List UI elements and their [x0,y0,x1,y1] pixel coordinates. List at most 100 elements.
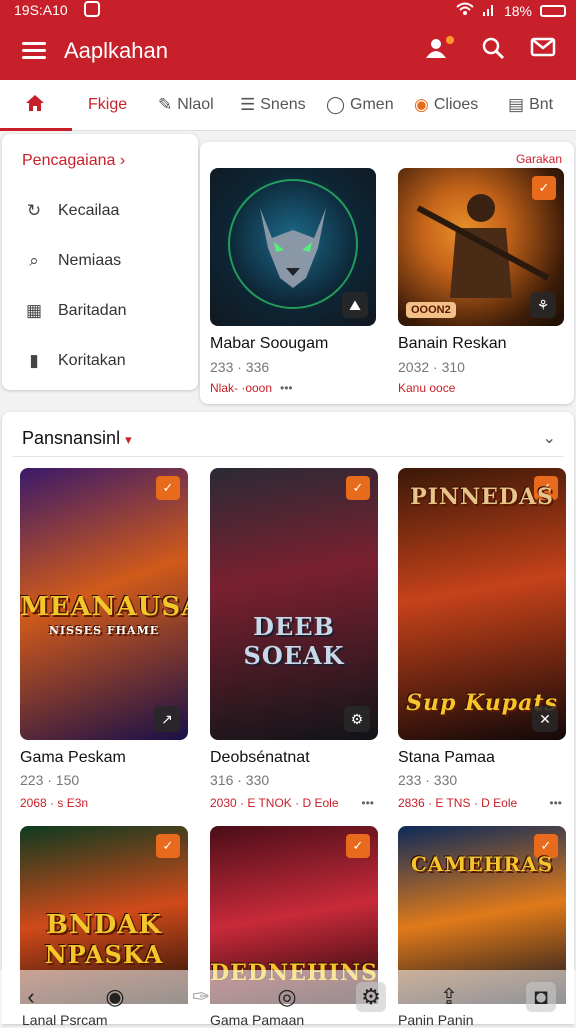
tab-label: Clioes [433,96,479,113]
more-options-icon[interactable]: ••• [549,796,562,810]
more-options-icon[interactable]: ••• [361,796,374,810]
menu-item-label: Baritadan [58,302,127,319]
tab-nlaol[interactable]: ✎ Nlaol [158,80,214,130]
chat-icon: ◯ [326,95,346,114]
tab-label: Snens [260,96,306,113]
game-title: Banain Reskan [398,335,507,352]
game-meta-secondary: Nlak- ·ooon ••• [210,381,376,395]
sliders-icon: ☰ [240,95,256,114]
game-meta-secondary: 2030 · E TNOK · D Eole ••• [210,796,378,810]
favorite-icon[interactable]: ✓ [346,834,370,858]
meta-text: 2836 · E TNS · D Eole [398,796,518,810]
more-options-icon[interactable]: ••• [280,381,293,395]
game-meta: 223 · 150 [20,772,80,788]
game-cover: ✓ PINNEDAS Sup Kupats ✕ [398,468,566,740]
app-title: Aaplkahan [64,38,168,63]
signal-icon [482,2,496,19]
game-card[interactable]: ✓ PINNEDAS Sup Kupats ✕ Stana Pamaa 233 … [398,468,566,810]
favorite-icon[interactable]: ✓ [156,476,180,500]
cover-title: DEEB SOEAK [243,612,345,670]
cover-subtitle: NPASKA [44,940,164,969]
pin-icon[interactable]: ✑ [186,982,216,1012]
record-icon[interactable]: ◎ [272,982,302,1012]
hamburger-icon[interactable] [22,42,46,60]
game-meta-secondary: Kanu ooce [398,381,456,395]
platform-icon: ↗ [154,706,180,732]
platform-icon: ⛰ [342,292,368,318]
meta-text: 2068 · s E3n [20,796,89,810]
cover-title: PINNEDAS [410,484,554,510]
menu-item-label: Nemiaas [58,252,122,269]
grid-icon: ▦ [25,301,43,320]
game-meta-secondary: 2068 · s E3n [20,796,188,810]
badge-icon: ◉ [414,95,429,114]
tab-label: Nlaol [177,96,214,113]
cover-title: CAMEHRAS [410,852,554,876]
featured-see-all-link[interactable]: Garakan [516,152,562,166]
status-right: 18% [456,2,566,19]
home-icon [24,93,46,118]
user-notify-icon[interactable] [422,36,454,66]
game-title: Lanal Psrcam [22,1012,108,1028]
menu-item-label: Koritakan [58,352,126,369]
profile-icon[interactable]: ◉ [100,982,130,1012]
battery-icon [540,4,566,17]
section-title[interactable]: Pansnansinl ▾ [22,428,132,449]
refresh-icon: ↻ [26,201,42,220]
game-card[interactable]: ✓ MEANAUSA NISSES FHAME ↗ Gama Peskam 22… [20,468,188,810]
share-icon[interactable]: ⇪ [434,982,464,1012]
box-icon: ▤ [508,95,525,114]
tab-gmen[interactable]: ◯ Gmen [326,80,394,130]
pen-icon: ✎ [158,95,173,114]
game-cover: ✓ OOON2 ⚘ [398,168,564,326]
side-menu-header[interactable]: Pencagaiana › [22,152,125,170]
app-bar: Aaplkahan [0,22,576,80]
game-card[interactable]: ✓ DEEB SOEAK ⚙ Deobsénatnat 316 · 330 20… [210,468,378,810]
favorite-icon[interactable]: ✓ [346,476,370,500]
tab-snens[interactable]: ☰ Snens [240,80,306,130]
settings-icon[interactable]: ⚙ [356,982,386,1012]
tab-clioes[interactable]: ◉ Clioes [414,80,478,130]
status-bar: 19S:A10 18% [0,0,576,22]
close-icon[interactable]: ✕ [532,706,558,732]
meta-text: Nlak- ·ooon [210,381,273,395]
bookmark-icon: ▮ [29,351,39,370]
game-cover: ✓ DEEB SOEAK ⚙ [210,468,378,740]
tab-bnt[interactable]: ▤ Bnt [508,80,553,130]
featured-card[interactable]: ⛰ Mabar Soougam 233 · 336 Nlak- ·ooon ••• [210,168,376,395]
chevron-down-icon[interactable]: ⌄ [543,428,556,448]
game-cover: ✓ MEANAUSA NISSES FHAME ↗ [20,468,188,740]
menu-item-nemiaas[interactable]: ⌕ Nemiaas [24,246,121,276]
category-tabs: Fkige ✎ Nlaol ☰ Snens ◯ Gmen ◉ Clioes ▤ … [0,80,576,131]
status-time: 19S:A10 [14,2,68,18]
game-title: Gama Pamaan [210,1012,305,1028]
notification-badge [446,36,454,44]
game-title: Stana Pamaa [398,749,495,766]
tab-fkige[interactable]: Fkige [88,80,127,130]
menu-item-koritakan[interactable]: ▮ Koritakan [24,346,126,376]
divider [12,456,564,457]
favorite-icon[interactable]: ✓ [532,176,556,200]
favorite-icon[interactable]: ✓ [156,834,180,858]
cover-title: BNDAK [45,910,163,940]
mail-icon[interactable] [528,36,558,66]
wifi-icon [456,2,474,19]
section-title-text: Pansnansinl [22,428,121,448]
cover-label: OOON2 [406,302,456,318]
featured-card[interactable]: ✓ OOON2 ⚘ Banain Reskan 2032 · 310 Kanu … [398,168,564,395]
menu-item-kecailaa[interactable]: ↻ Kecailaa [24,196,120,226]
game-title: Panin Panin [398,1012,474,1028]
game-meta: 316 · 330 [210,772,270,788]
game-title: Deobsénatnat [210,749,310,766]
game-meta-secondary: 2836 · E TNS · D Eole ••• [398,796,566,810]
back-icon[interactable]: ‹ [16,982,46,1012]
search-icon[interactable] [478,36,508,66]
side-menu-panel: Pencagaiana › ↻ Kecailaa ⌕ Nemiaas ▦ Bar… [2,134,198,390]
game-meta: 233 · 336 [210,359,270,375]
notification-icon [84,1,100,17]
tab-label: Bnt [529,96,554,113]
menu-item-baritadan[interactable]: ▦ Baritadan [24,296,127,326]
camera-icon[interactable]: ◘ [526,982,556,1012]
game-meta: 2032 · 310 [398,359,465,375]
tab-home[interactable] [24,80,46,130]
